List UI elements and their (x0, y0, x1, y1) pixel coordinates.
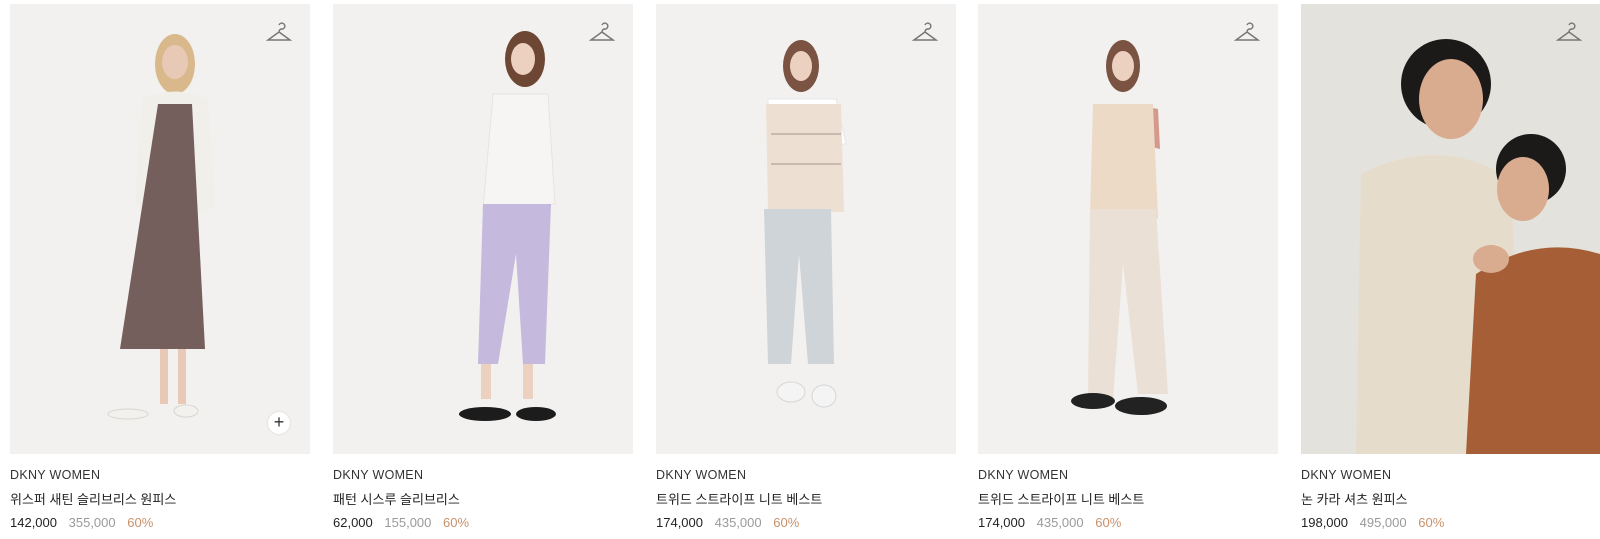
product-brand: DKNY WOMEN (656, 468, 747, 482)
price-row: 174,000 435,000 60% (656, 514, 956, 531)
sale-price: 62,000 (333, 515, 373, 530)
product-name[interactable]: 위스퍼 새틴 슬리브리스 원피스 (10, 491, 310, 508)
price-row: 174,000 435,000 60% (978, 514, 1278, 531)
price-row: 62,000 155,000 60% (333, 514, 633, 531)
product-card[interactable]: DKNY WOMEN 논 카라 셔츠 원피스 198,000 495,000 6… (1301, 4, 1600, 531)
sale-price: 174,000 (978, 515, 1025, 530)
model-photo (764, 40, 847, 408)
hanger-icon[interactable] (1555, 22, 1583, 44)
discount-rate: 60% (1095, 515, 1122, 530)
product-brand: DKNY WOMEN (10, 468, 101, 482)
model-photo (107, 34, 215, 420)
model-photo (1356, 39, 1600, 454)
product-card[interactable]: DKNY WOMEN 트위드 스트라이프 니트 베스트 174,000 435,… (978, 4, 1278, 531)
product-brand: DKNY WOMEN (333, 468, 424, 482)
original-price: 155,000 (384, 515, 432, 530)
product-image[interactable] (656, 4, 956, 454)
plus-icon[interactable]: + (268, 412, 290, 434)
product-name[interactable]: 논 카라 셔츠 원피스 (1301, 491, 1600, 508)
sale-price: 142,000 (10, 515, 57, 530)
original-price: 435,000 (1036, 515, 1084, 530)
model-photo (1071, 40, 1168, 415)
product-brand: DKNY WOMEN (1301, 468, 1392, 482)
product-image[interactable] (333, 4, 633, 454)
hanger-icon[interactable] (1233, 22, 1261, 44)
discount-rate: 60% (127, 515, 154, 530)
product-name[interactable]: 패턴 시스루 슬리브리스 (333, 491, 633, 508)
sale-price: 198,000 (1301, 515, 1348, 530)
product-name[interactable]: 트위드 스트라이프 니트 베스트 (978, 491, 1278, 508)
discount-rate: 60% (1418, 515, 1445, 530)
product-image[interactable] (978, 4, 1278, 454)
hanger-icon[interactable] (911, 22, 939, 44)
product-name[interactable]: 트위드 스트라이프 니트 베스트 (656, 491, 956, 508)
price-row: 198,000 495,000 60% (1301, 514, 1600, 531)
product-brand: DKNY WOMEN (978, 468, 1069, 482)
product-card[interactable]: DKNY WOMEN 패턴 시스루 슬리브리스 62,000 155,000 6… (333, 4, 633, 531)
original-price: 435,000 (714, 515, 762, 530)
discount-rate: 60% (773, 515, 800, 530)
price-row: 142,000 355,000 60% (10, 514, 310, 531)
product-card[interactable]: DKNY WOMEN 트위드 스트라이프 니트 베스트 174,000 435,… (656, 4, 956, 531)
product-image[interactable]: + (10, 4, 310, 454)
original-price: 355,000 (68, 515, 116, 530)
hanger-icon[interactable] (588, 22, 616, 44)
sale-price: 174,000 (656, 515, 703, 530)
product-grid: + DKNY WOMEN 위스퍼 새틴 슬리브리스 원피스 142,000 35… (0, 0, 1600, 539)
hanger-icon[interactable] (265, 22, 293, 44)
model-photo (459, 31, 556, 421)
product-card[interactable]: + DKNY WOMEN 위스퍼 새틴 슬리브리스 원피스 142,000 35… (10, 4, 310, 531)
original-price: 495,000 (1359, 515, 1407, 530)
product-image[interactable] (1301, 4, 1600, 454)
discount-rate: 60% (443, 515, 470, 530)
